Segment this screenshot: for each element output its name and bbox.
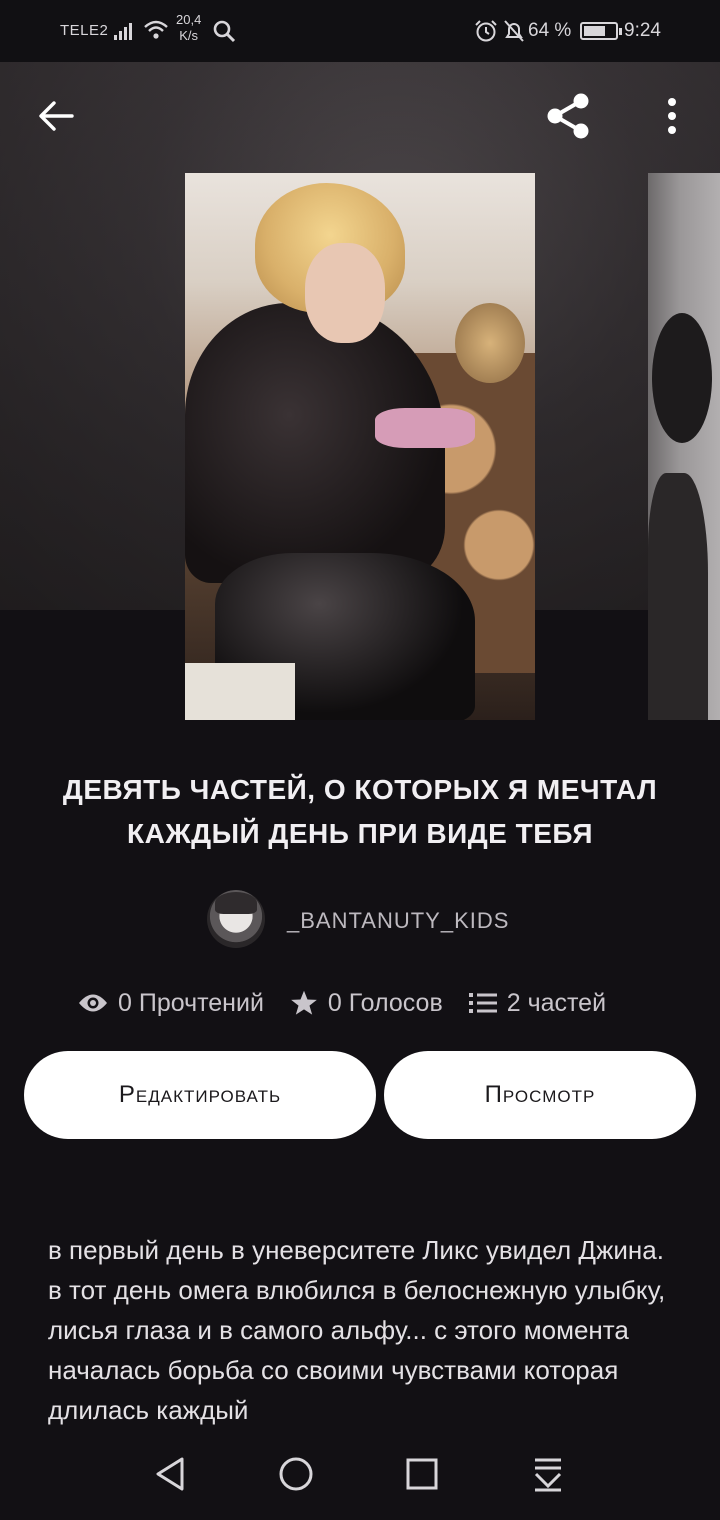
signal-icon — [114, 22, 138, 40]
star-icon — [291, 990, 317, 1015]
battery-icon — [580, 22, 622, 40]
nav-notifications-button[interactable] — [526, 1452, 570, 1496]
back-button[interactable] — [28, 88, 84, 144]
search-icon — [213, 20, 236, 43]
list-icon — [468, 993, 497, 1013]
wifi-icon — [144, 20, 168, 39]
story-title: ДЕВЯТЬ ЧАСТЕЙ, О КОТОРЫХ Я МЕЧТАЛ КАЖДЫЙ… — [62, 774, 658, 849]
votes-stat: 0 Голосов — [290, 989, 443, 1018]
nav-home-button[interactable] — [274, 1452, 318, 1496]
network-speed: 20,4 K/s — [176, 12, 201, 44]
story-description: в первый день в уневерситете Ликс увидел… — [48, 1235, 666, 1425]
author-row[interactable]: _BANTANUTY_KIDS — [0, 888, 720, 948]
story-stats: 0 Прочтений 0 Голосов 2 частей — [78, 985, 632, 1021]
system-nav-bar — [0, 1430, 720, 1520]
battery-percent: 64 % — [528, 20, 572, 41]
nav-recents-button[interactable] — [400, 1452, 444, 1496]
alarm-icon — [475, 20, 497, 42]
speed-value: 20,4 — [176, 12, 202, 27]
edit-button[interactable]: Редактировать — [24, 1051, 376, 1139]
reads-count: 0 Прочтений — [118, 988, 264, 1017]
next-cover-image[interactable] — [648, 173, 720, 720]
share-button[interactable] — [538, 86, 598, 146]
bell-muted-icon — [504, 20, 524, 42]
more-vertical-icon — [668, 98, 676, 134]
pull-down-icon — [534, 1458, 562, 1492]
edit-button-label: Редактировать — [118, 1081, 282, 1108]
reads-stat: 0 Прочтений — [78, 989, 264, 1018]
author-name[interactable]: _BANTANUTY_KIDS — [287, 908, 509, 934]
avatar[interactable] — [207, 890, 265, 948]
parts-stat: 2 частей — [468, 988, 607, 1018]
story-cover-image[interactable] — [185, 173, 535, 720]
back-arrow-icon — [39, 101, 74, 131]
preview-button[interactable]: Просмотр — [384, 1051, 696, 1139]
parts-count: 2 частей — [506, 988, 607, 1017]
status-bar: Tele2 20,4 K/s 64 % 9:24 — [0, 0, 720, 62]
votes-count: 0 Голосов — [327, 988, 443, 1017]
circle-home-icon — [279, 1457, 313, 1491]
carrier-name: Tele2 — [60, 22, 109, 39]
preview-button-label: Просмотр — [484, 1081, 596, 1108]
nav-back-button[interactable] — [148, 1452, 192, 1496]
clock: 9:24 — [624, 20, 661, 41]
share-icon — [547, 93, 589, 139]
speed-unit: K/s — [179, 28, 199, 43]
eye-icon — [79, 994, 107, 1012]
square-recents-icon — [406, 1458, 438, 1490]
triangle-back-icon — [156, 1457, 184, 1491]
more-options-button[interactable] — [650, 86, 694, 146]
